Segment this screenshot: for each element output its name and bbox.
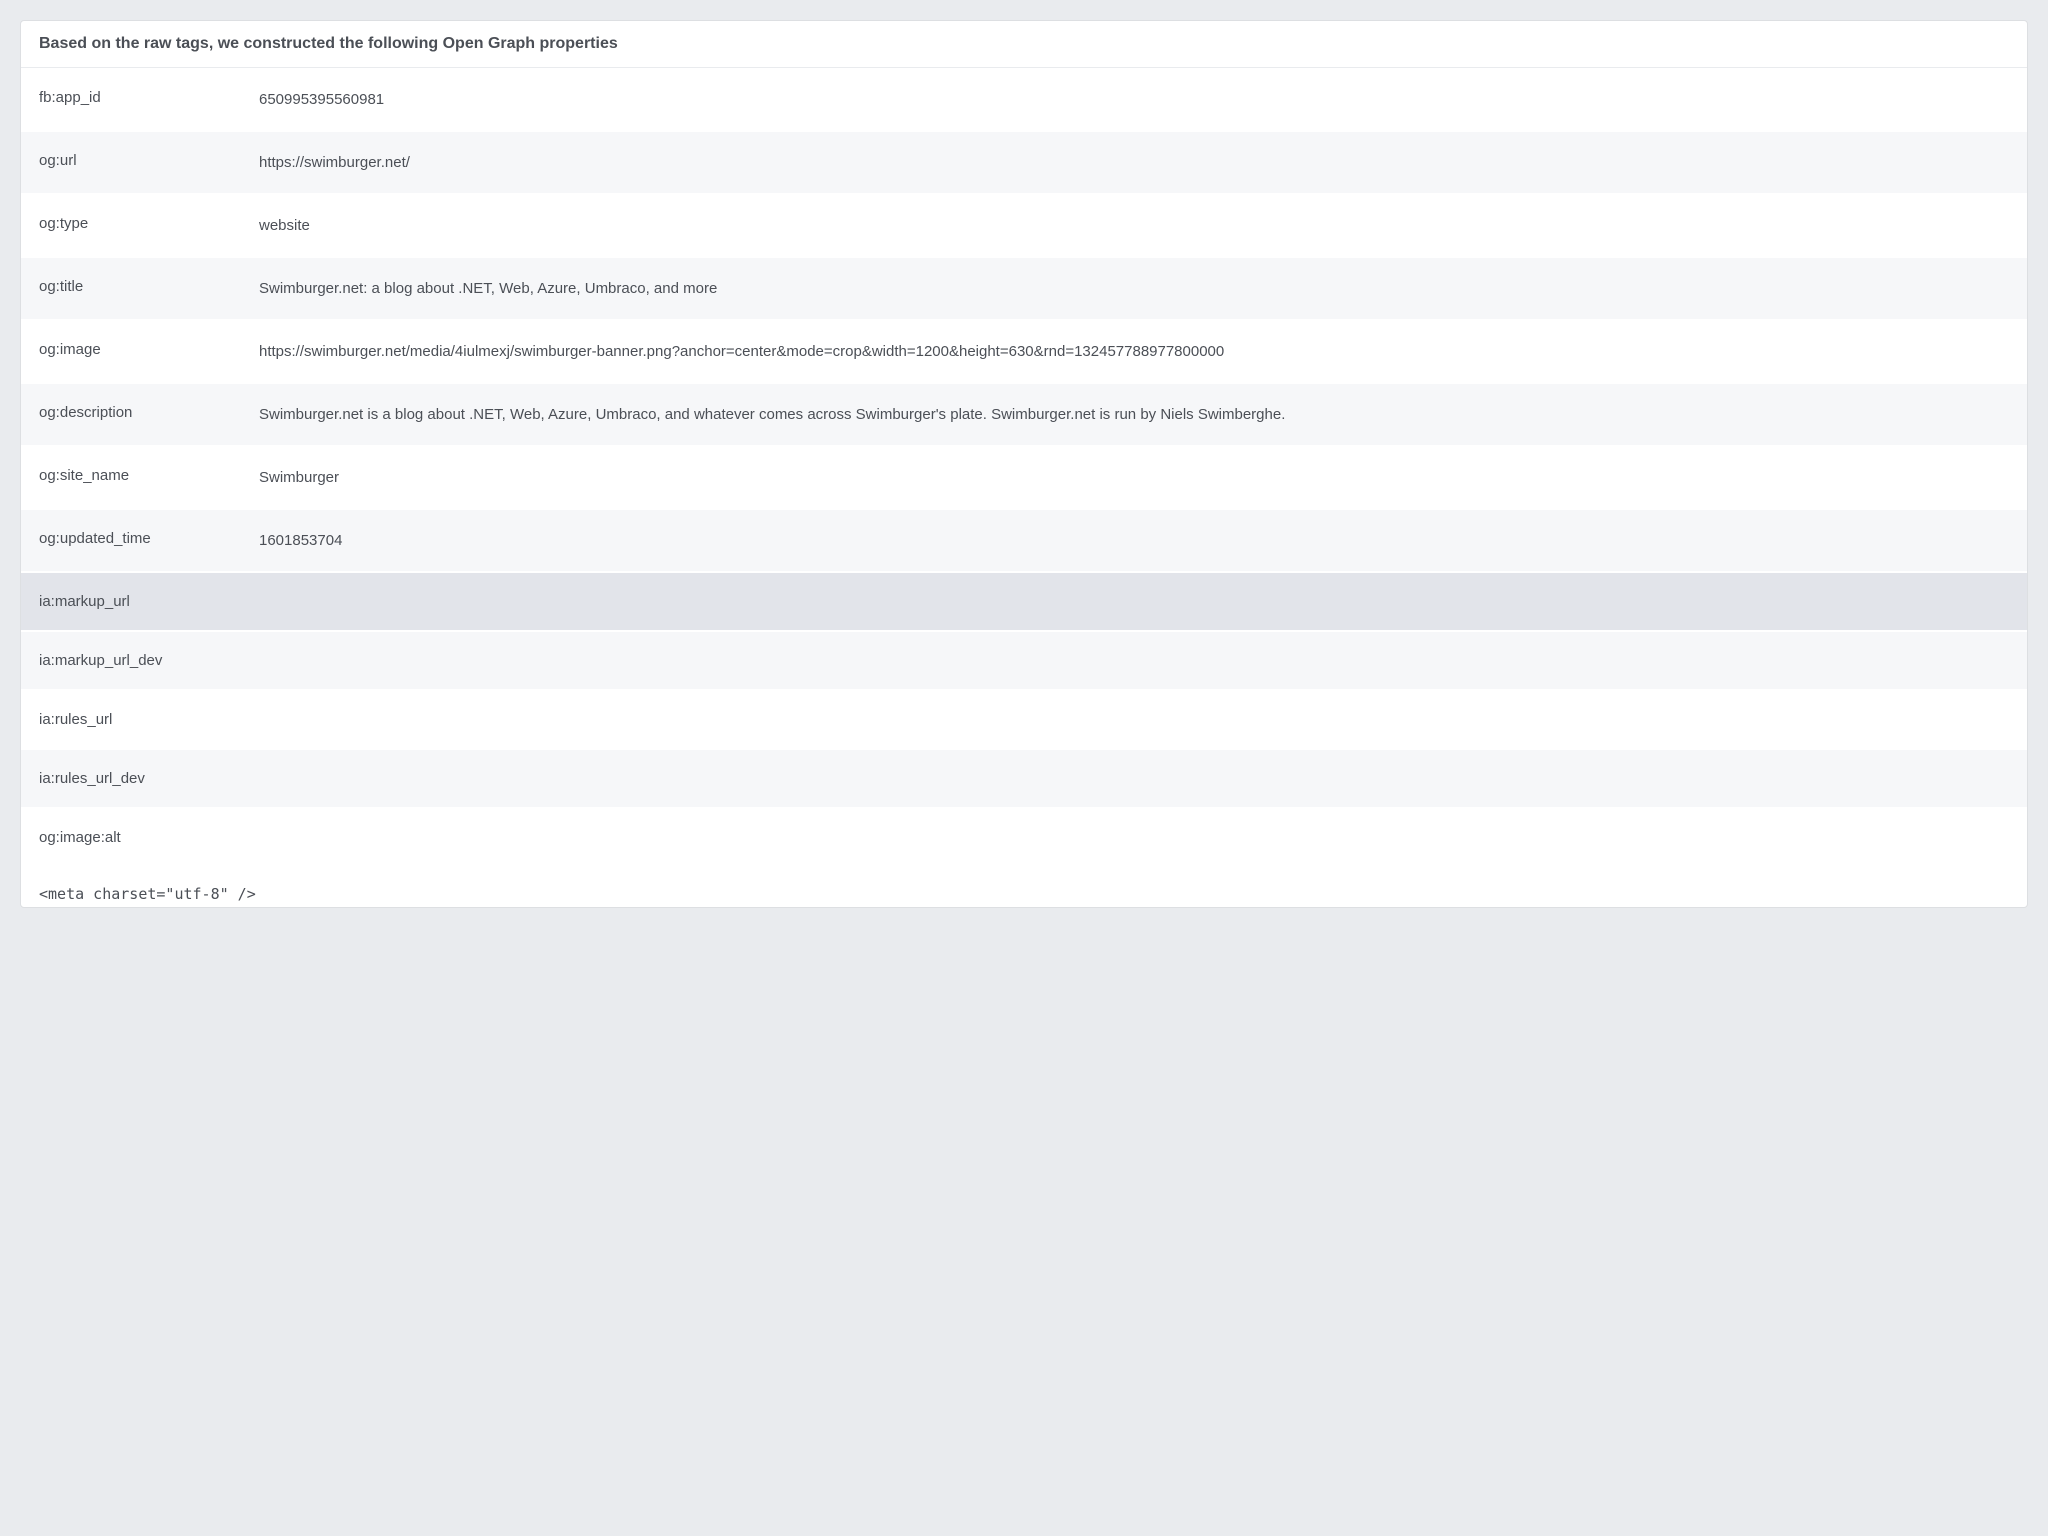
property-key: og:url [39,152,259,173]
property-key: og:updated_time [39,530,259,551]
property-value [259,652,2009,669]
property-row: ia:rules_url [21,690,2027,749]
property-value [259,770,2009,787]
property-value: Swimburger [259,467,2009,488]
property-row: og:site_nameSwimburger [21,446,2027,509]
property-value: 1601853704 [259,530,2009,551]
property-key: og:description [39,404,259,425]
property-key: og:type [39,215,259,236]
property-value [259,829,2009,846]
property-key: ia:rules_url [39,711,259,728]
property-row: og:titleSwimburger.net: a blog about .NE… [21,257,2027,320]
property-key: og:title [39,278,259,299]
property-value: Swimburger.net: a blog about .NET, Web, … [259,278,2009,299]
property-key: og:image [39,341,259,362]
property-row: og:urlhttps://swimburger.net/ [21,131,2027,194]
property-row: og:imagehttps://swimburger.net/media/4iu… [21,320,2027,383]
property-value: https://swimburger.net/ [259,152,2009,173]
property-row: og:image:alt [21,808,2027,867]
property-value: https://swimburger.net/media/4iulmexj/sw… [259,341,2009,362]
meta-tag-line: <meta charset="utf-8" /> [21,867,2027,907]
property-row: ia:markup_url [21,572,2027,631]
property-key: fb:app_id [39,89,259,110]
card-header: Based on the raw tags, we constructed th… [21,21,2027,68]
property-value: Swimburger.net is a blog about .NET, Web… [259,404,2009,425]
property-value [259,711,2009,728]
property-key: ia:markup_url_dev [39,652,259,669]
property-row: ia:markup_url_dev [21,631,2027,690]
properties-table: fb:app_id650995395560981og:urlhttps://sw… [21,68,2027,867]
property-row: ia:rules_url_dev [21,749,2027,808]
property-value: 650995395560981 [259,89,2009,110]
open-graph-properties-card: Based on the raw tags, we constructed th… [20,20,2028,908]
property-row: og:descriptionSwimburger.net is a blog a… [21,383,2027,446]
property-row: og:typewebsite [21,194,2027,257]
property-row: fb:app_id650995395560981 [21,68,2027,131]
property-row: og:updated_time1601853704 [21,509,2027,572]
property-key: og:image:alt [39,829,259,846]
property-key: ia:markup_url [39,593,259,610]
property-key: og:site_name [39,467,259,488]
property-value [259,593,2009,610]
property-key: ia:rules_url_dev [39,770,259,787]
property-value: website [259,215,2009,236]
